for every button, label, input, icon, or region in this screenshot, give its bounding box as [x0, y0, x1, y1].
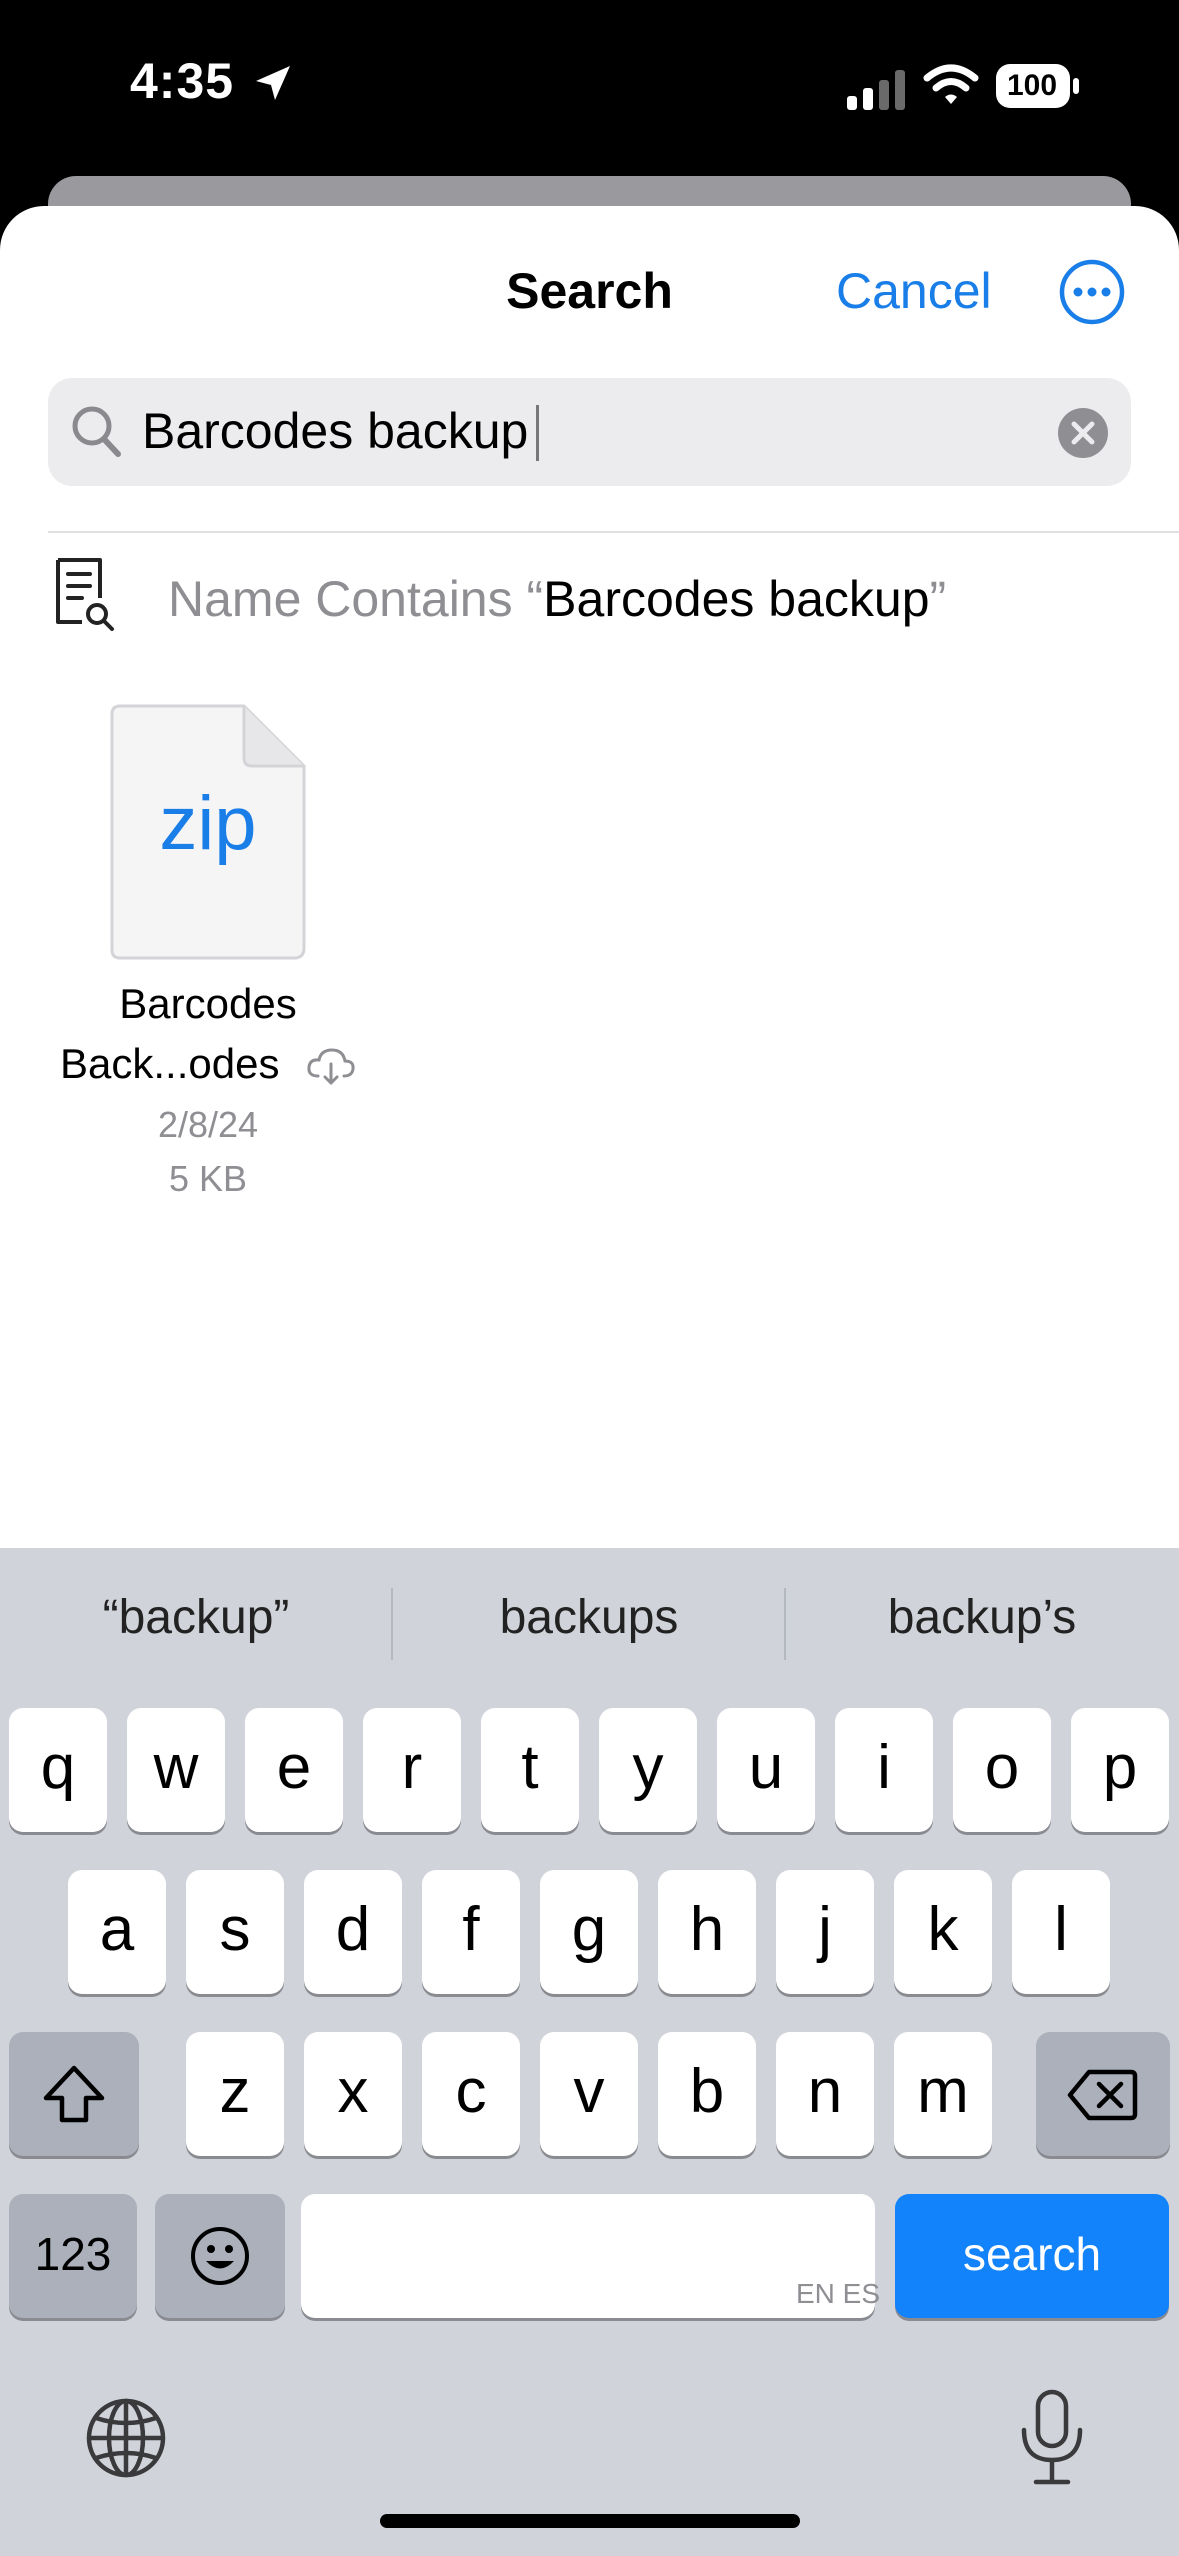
key-n[interactable]: n: [776, 2032, 874, 2156]
key-a[interactable]: a: [68, 1870, 166, 1994]
space-key[interactable]: [301, 2194, 875, 2318]
key-s[interactable]: s: [186, 1870, 284, 1994]
key-k[interactable]: k: [894, 1870, 992, 1994]
search-key[interactable]: search: [895, 2194, 1169, 2318]
key-w[interactable]: w: [127, 1708, 225, 1832]
key-v[interactable]: v: [540, 2032, 638, 2156]
key-q[interactable]: q: [9, 1708, 107, 1832]
shift-icon: [43, 2065, 105, 2123]
globe-icon[interactable]: [84, 2396, 168, 2480]
key-t[interactable]: t: [481, 1708, 579, 1832]
divider: [48, 531, 1179, 533]
page-title: Search: [506, 263, 673, 319]
search-icon: [72, 406, 121, 457]
battery-indicator: 100: [995, 63, 1081, 109]
prediction-1[interactable]: “backup”: [0, 1590, 392, 1645]
name-contains-suggestion[interactable]: Name Contains “Barcodes backup”: [168, 570, 946, 628]
key-j[interactable]: j: [776, 1870, 874, 1994]
key-x[interactable]: x: [304, 2032, 402, 2156]
language-hint: EN ES: [796, 2278, 881, 2309]
battery-percent: 100: [1006, 69, 1058, 102]
key-o[interactable]: o: [953, 1708, 1051, 1832]
backspace-icon: [1067, 2069, 1138, 2121]
key-p[interactable]: p: [1071, 1708, 1169, 1832]
key-i[interactable]: i: [835, 1708, 933, 1832]
key-b[interactable]: b: [658, 2032, 756, 2156]
home-indicator[interactable]: [380, 2514, 800, 2528]
suggestion-suffix: ”: [929, 571, 947, 627]
prediction-3[interactable]: backup’s: [786, 1590, 1178, 1645]
suggestion-prefix: Name Contains “: [168, 571, 544, 627]
file-type-label: zip: [159, 781, 257, 866]
numbers-key[interactable]: 123: [9, 2194, 137, 2318]
file-date: 2/8/24: [157, 1104, 259, 1145]
key-m[interactable]: m: [894, 2032, 992, 2156]
key-e[interactable]: e: [245, 1708, 343, 1832]
key-f[interactable]: f: [422, 1870, 520, 1994]
cancel-button[interactable]: Cancel: [836, 262, 992, 320]
key-u[interactable]: u: [717, 1708, 815, 1832]
file-name-line1: Barcodes: [119, 980, 297, 1027]
wifi-icon: [923, 64, 979, 104]
key-z[interactable]: z: [186, 2032, 284, 2156]
cellular-signal-icon: [847, 70, 905, 110]
file-size: 5 KB: [168, 1158, 248, 1199]
cloud-download-icon: [307, 1048, 355, 1085]
text-cursor: [536, 405, 539, 461]
document-search-icon: [56, 558, 114, 631]
delete-key[interactable]: [1036, 2032, 1170, 2156]
emoji-icon: [191, 2227, 249, 2285]
key-l[interactable]: l: [1012, 1870, 1110, 1994]
key-r[interactable]: r: [363, 1708, 461, 1832]
suggestion-query: Barcodes backup: [543, 571, 930, 627]
file-name-line2: Back...odes: [60, 1040, 280, 1087]
shift-key[interactable]: [9, 2032, 139, 2156]
search-input[interactable]: Barcodes backup: [142, 402, 528, 460]
emoji-key[interactable]: [155, 2194, 285, 2318]
prediction-2[interactable]: backups: [393, 1590, 785, 1645]
status-time: 4:35: [130, 53, 235, 109]
more-options-icon[interactable]: [1058, 258, 1126, 326]
key-h[interactable]: h: [658, 1870, 756, 1994]
key-g[interactable]: g: [540, 1870, 638, 1994]
key-c[interactable]: c: [422, 2032, 520, 2156]
clear-text-icon[interactable]: [1058, 408, 1108, 458]
location-arrow-icon: [256, 66, 290, 100]
key-y[interactable]: y: [599, 1708, 697, 1832]
key-d[interactable]: d: [304, 1870, 402, 1994]
microphone-icon[interactable]: [1014, 2388, 1090, 2488]
